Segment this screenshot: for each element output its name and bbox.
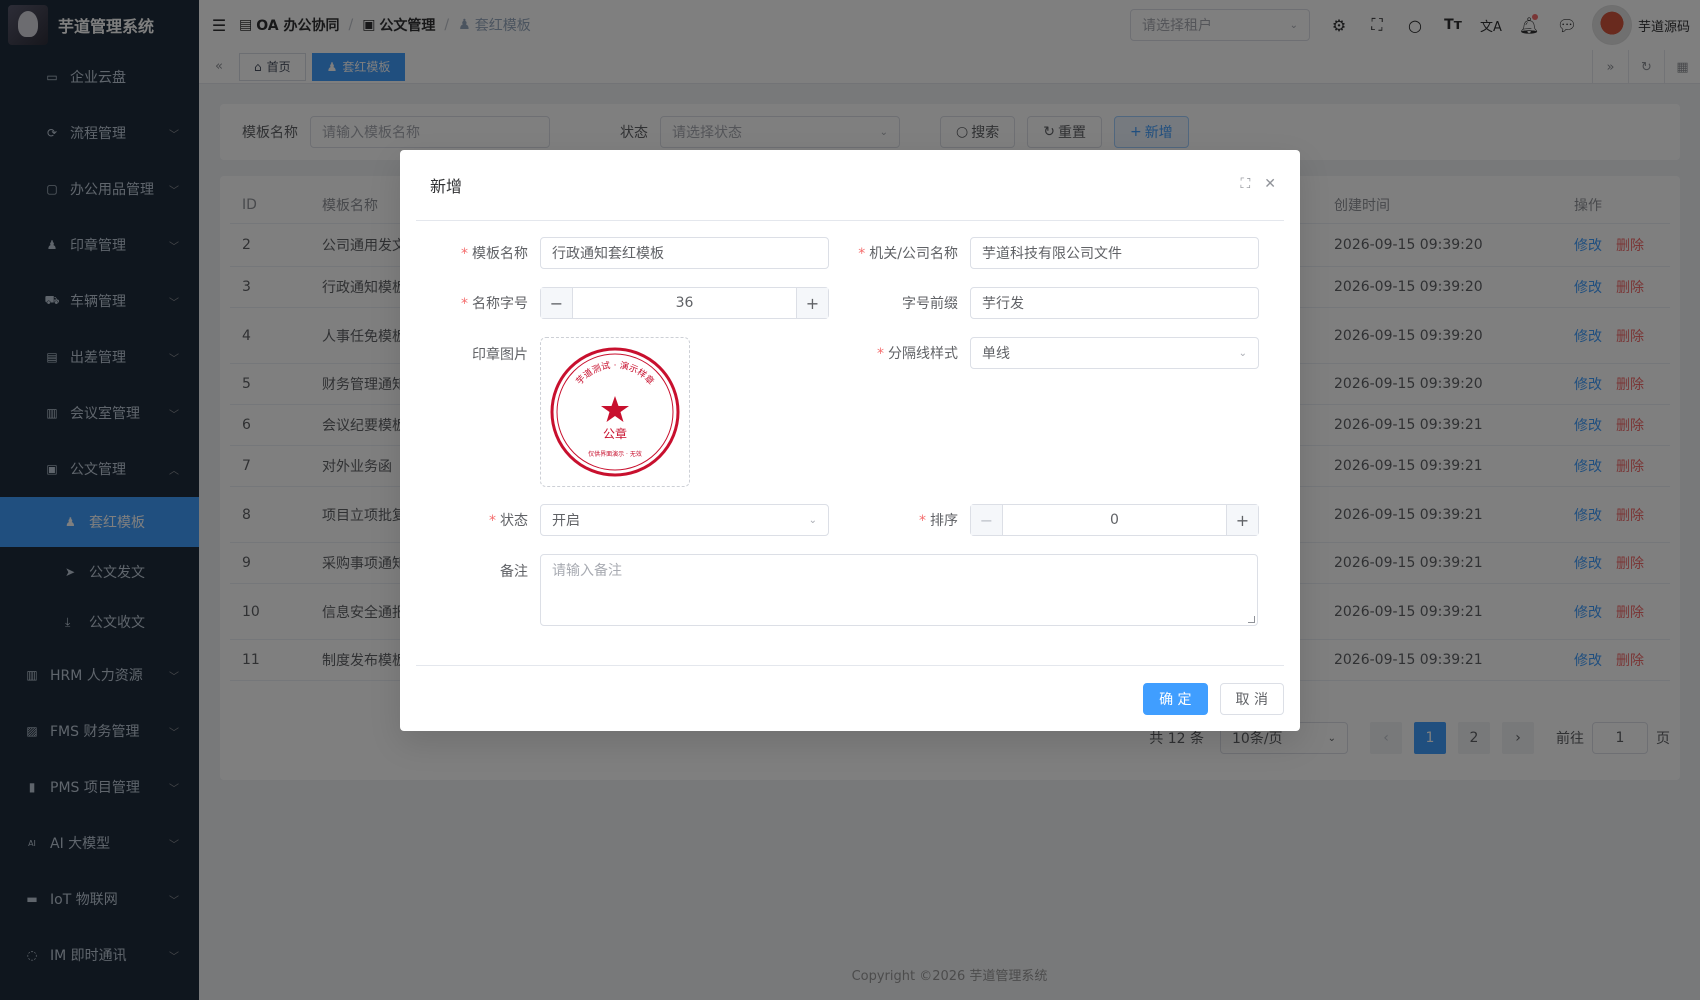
decrease-button[interactable]: −: [971, 505, 1003, 535]
status-select[interactable]: 开启 ⌄: [540, 504, 829, 536]
org-name-label: * 机关/公司名称: [858, 246, 958, 262]
remark-textarea[interactable]: 请输入备注: [540, 554, 1258, 626]
fullscreen-icon[interactable]: ⛶: [1240, 176, 1250, 192]
font-size-stepper: − 36 +: [540, 287, 829, 319]
divider: [416, 665, 1284, 666]
status-label: * 状态: [489, 513, 528, 529]
org-name-input[interactable]: 芋道科技有限公司文件: [970, 237, 1259, 269]
prefix-input[interactable]: 芋行发: [970, 287, 1259, 319]
seal-label: 印章图片: [472, 347, 528, 363]
close-icon[interactable]: ✕: [1264, 176, 1276, 192]
sort-value[interactable]: 0: [1003, 512, 1226, 528]
template-name-input[interactable]: 行政通知套红模板: [540, 237, 829, 269]
dialog-title: 新增: [430, 177, 463, 196]
seal-image: 芋道测试 · 演示样章 公章 仅供界面演示 · 无效: [550, 347, 680, 477]
divider-style-select[interactable]: 单线 ⌄: [970, 337, 1259, 369]
font-size-value[interactable]: 36: [573, 295, 796, 311]
svg-text:芋道测试 · 演示样章: 芋道测试 · 演示样章: [574, 359, 657, 387]
template-name-label: * 模板名称: [461, 246, 528, 262]
chevron-down-icon: ⌄: [808, 514, 817, 526]
decrease-button[interactable]: −: [541, 288, 573, 318]
add-dialog: 新增 ⛶ ✕ * 模板名称 行政通知套红模板 * 机关/公司名称 芋道科技有限公司文…: [400, 150, 1300, 731]
seal-center-text: 公章: [603, 426, 627, 441]
confirm-button[interactable]: 确 定: [1143, 683, 1208, 715]
prefix-label: 字号前缀: [902, 296, 958, 312]
seal-bottom-text: 仅供界面演示 · 无效: [588, 450, 642, 458]
sort-label: * 排序: [919, 513, 958, 529]
increase-button[interactable]: +: [796, 288, 828, 318]
font-size-label: * 名称字号: [461, 296, 528, 312]
divider-style-label: * 分隔线样式: [877, 346, 958, 362]
sort-stepper: − 0 +: [970, 504, 1259, 536]
increase-button[interactable]: +: [1226, 505, 1258, 535]
divider: [416, 220, 1284, 221]
seal-upload[interactable]: 芋道测试 · 演示样章 公章 仅供界面演示 · 无效: [540, 337, 690, 487]
remark-label: 备注: [500, 564, 528, 580]
star-icon: [601, 396, 629, 422]
cancel-button[interactable]: 取 消: [1219, 683, 1284, 715]
chevron-down-icon: ⌄: [1238, 347, 1247, 359]
seal-top-text: 芋道测试 · 演示样章: [574, 359, 657, 387]
